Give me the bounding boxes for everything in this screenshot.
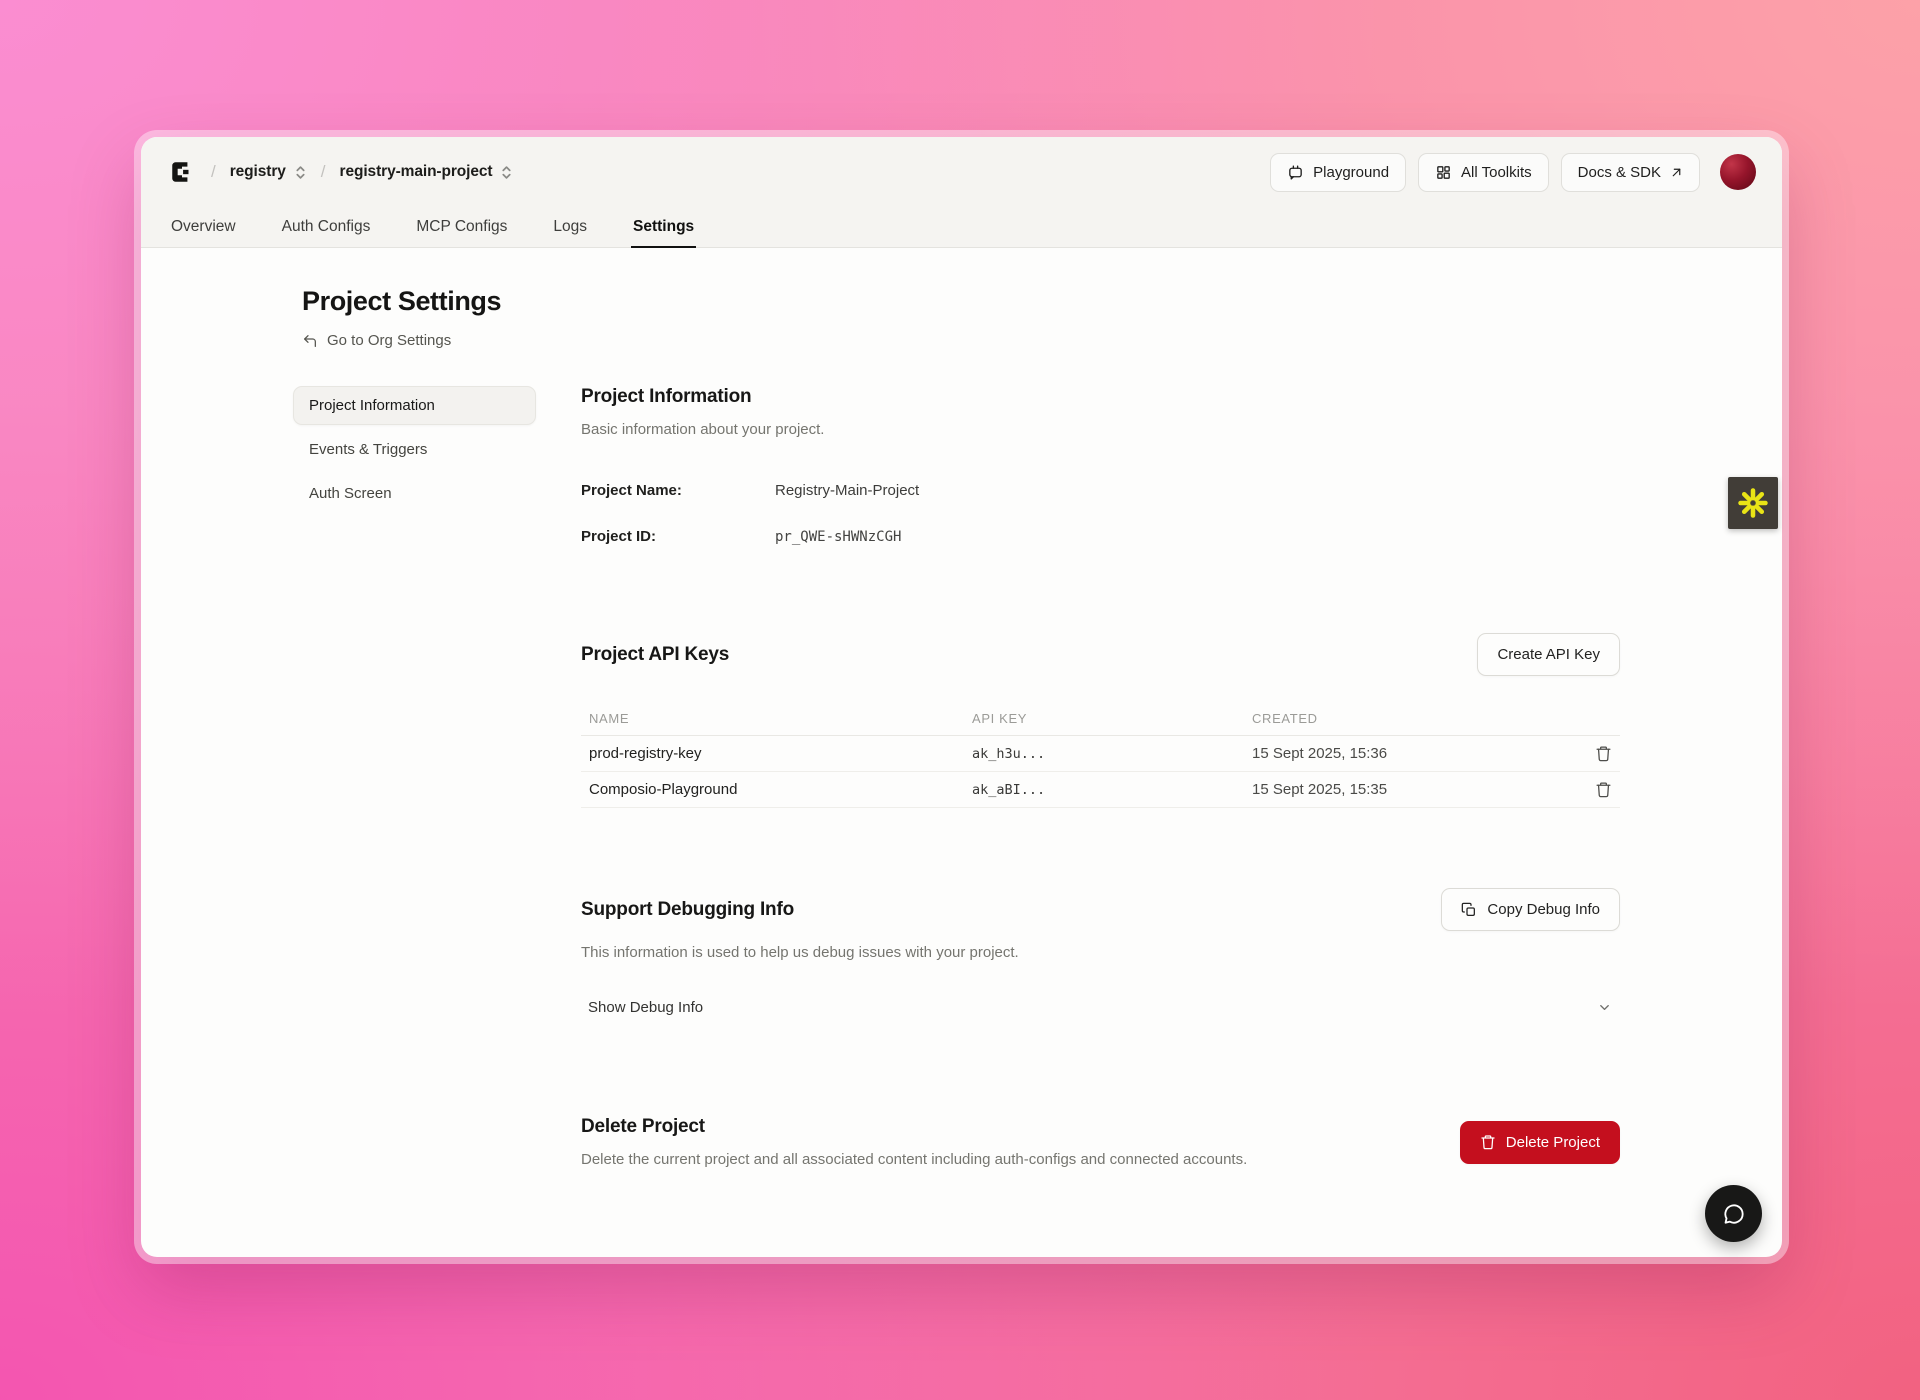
- project-id-label: Project ID:: [581, 528, 775, 545]
- delete-api-key-button[interactable]: [1591, 741, 1616, 766]
- api-key-value: ak_h3u...: [964, 746, 1244, 762]
- project-tabs: Overview Auth Configs MCP Configs Logs S…: [141, 207, 1782, 248]
- column-header-api-key: API KEY: [964, 711, 1244, 726]
- all-toolkits-button[interactable]: All Toolkits: [1418, 153, 1549, 192]
- debug-info-section: Support Debugging Info Copy Debug Info T…: [581, 888, 1620, 1024]
- chevron-updown-icon: [294, 165, 307, 180]
- go-to-org-settings-label: Go to Org Settings: [327, 332, 451, 349]
- copy-debug-info-label: Copy Debug Info: [1487, 901, 1600, 918]
- user-avatar[interactable]: [1720, 154, 1756, 190]
- support-chat-button[interactable]: [1705, 1185, 1762, 1242]
- trash-icon: [1595, 745, 1612, 762]
- breadcrumb-project-selector[interactable]: registry-main-project: [340, 163, 514, 181]
- breadcrumb-org-selector[interactable]: registry: [230, 163, 307, 181]
- breadcrumb-separator: /: [211, 162, 216, 182]
- settings-main: Project Information Basic information ab…: [581, 386, 1620, 1168]
- table-row: prod-registry-key ak_h3u... 15 Sept 2025…: [581, 736, 1620, 772]
- sidebar-item-project-information[interactable]: Project Information: [293, 386, 536, 425]
- asterisk-burst-icon: [1736, 486, 1770, 520]
- project-name-row: Project Name: Registry-Main-Project: [581, 482, 1620, 499]
- sidebar-item-auth-screen[interactable]: Auth Screen: [293, 474, 536, 513]
- copy-debug-info-button[interactable]: Copy Debug Info: [1441, 888, 1620, 931]
- api-key-value: ak_aBI...: [964, 782, 1244, 798]
- create-api-key-button[interactable]: Create API Key: [1477, 633, 1620, 676]
- feedback-widget-button[interactable]: [1728, 477, 1778, 529]
- all-toolkits-label: All Toolkits: [1461, 164, 1532, 181]
- project-information-section: Project Information Basic information ab…: [581, 386, 1620, 545]
- breadcrumb-separator: /: [321, 162, 326, 182]
- delete-project-description: Delete the current project and all assoc…: [581, 1151, 1247, 1168]
- top-bar: / registry / registry-main-project: [141, 137, 1782, 207]
- api-keys-table: NAME API KEY CREATED prod-registry-key a…: [581, 702, 1620, 808]
- composio-logo-icon[interactable]: [167, 157, 197, 187]
- project-id-row: Project ID: pr_QWE-sHWNzCGH: [581, 528, 1620, 545]
- table-row: Composio-Playground ak_aBI... 15 Sept 20…: [581, 772, 1620, 808]
- project-information-title: Project Information: [581, 386, 1620, 408]
- project-information-description: Basic information about your project.: [581, 421, 1620, 438]
- show-debug-info-label: Show Debug Info: [588, 999, 703, 1016]
- column-header-name: NAME: [581, 711, 964, 726]
- docs-sdk-label: Docs & SDK: [1578, 164, 1661, 181]
- grid-icon: [1435, 164, 1452, 181]
- tab-mcp-configs[interactable]: MCP Configs: [414, 207, 509, 248]
- api-keys-section: Project API Keys Create API Key NAME API…: [581, 633, 1620, 808]
- project-id-value: pr_QWE-sHWNzCGH: [775, 529, 901, 545]
- org-name: registry: [230, 163, 286, 181]
- delete-project-title: Delete Project: [581, 1116, 1247, 1138]
- column-header-created: CREATED: [1244, 711, 1578, 726]
- speech-bubble-icon: [1721, 1201, 1747, 1227]
- playground-label: Playground: [1313, 164, 1389, 181]
- sidebar-item-events-triggers[interactable]: Events & Triggers: [293, 430, 536, 469]
- chat-bot-icon: [1287, 164, 1304, 181]
- go-to-org-settings-link[interactable]: Go to Org Settings: [302, 332, 1620, 349]
- debug-info-description: This information is used to help us debu…: [581, 944, 1620, 961]
- header-actions: Playground All Toolkits Docs & SDK: [1270, 153, 1756, 192]
- api-key-name: prod-registry-key: [581, 745, 964, 762]
- project-name-label: Project Name:: [581, 482, 775, 499]
- chevron-updown-icon: [500, 165, 513, 180]
- external-link-arrow-icon: [1670, 166, 1683, 179]
- tab-logs[interactable]: Logs: [551, 207, 589, 248]
- delete-project-label: Delete Project: [1506, 1134, 1600, 1151]
- api-keys-title: Project API Keys: [581, 644, 729, 666]
- delete-api-key-button[interactable]: [1591, 777, 1616, 802]
- tab-auth-configs[interactable]: Auth Configs: [280, 207, 373, 248]
- api-key-created: 15 Sept 2025, 15:36: [1244, 745, 1578, 762]
- page-title: Project Settings: [302, 286, 1620, 317]
- debug-info-title: Support Debugging Info: [581, 899, 794, 921]
- app-window: / registry / registry-main-project: [141, 137, 1782, 1257]
- project-name-value: Registry-Main-Project: [775, 482, 919, 499]
- delete-project-button[interactable]: Delete Project: [1460, 1121, 1620, 1164]
- trash-icon: [1480, 1134, 1496, 1150]
- tab-settings[interactable]: Settings: [631, 207, 696, 248]
- playground-button[interactable]: Playground: [1270, 153, 1406, 192]
- delete-project-text: Delete Project Delete the current projec…: [581, 1116, 1247, 1168]
- chevron-down-icon: [1597, 1000, 1612, 1015]
- settings-sidebar: Project Information Events & Triggers Au…: [293, 386, 536, 1168]
- api-key-name: Composio-Playground: [581, 781, 964, 798]
- table-header: NAME API KEY CREATED: [581, 702, 1620, 736]
- docs-sdk-button[interactable]: Docs & SDK: [1561, 153, 1700, 192]
- api-key-created: 15 Sept 2025, 15:35: [1244, 781, 1578, 798]
- settings-content: Project Settings Go to Org Settings Proj…: [141, 248, 1782, 1168]
- corner-up-left-icon: [302, 333, 318, 349]
- trash-icon: [1595, 781, 1612, 798]
- copy-icon: [1461, 902, 1477, 918]
- delete-project-section: Delete Project Delete the current projec…: [581, 1116, 1620, 1168]
- page-head: Project Settings Go to Org Settings: [293, 286, 1620, 349]
- project-name: registry-main-project: [340, 163, 493, 181]
- breadcrumb: / registry / registry-main-project: [167, 157, 513, 187]
- tab-overview[interactable]: Overview: [169, 207, 238, 248]
- show-debug-info-toggle[interactable]: Show Debug Info: [581, 991, 1620, 1024]
